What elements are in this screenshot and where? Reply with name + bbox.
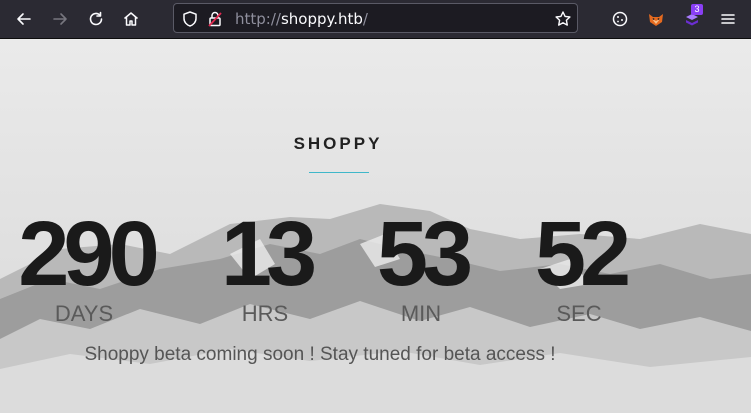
- coming-soon-message: Shoppy beta coming soon ! Stay tuned for…: [84, 344, 556, 365]
- shield-icon[interactable]: [181, 10, 199, 28]
- extension-badge: 3: [691, 4, 703, 15]
- countdown-seconds-value: 52: [534, 203, 631, 305]
- countdown-days-label: DAYS: [54, 301, 114, 326]
- menu-button[interactable]: [714, 5, 742, 33]
- countdown-hours-value: 13: [220, 203, 317, 305]
- reload-button[interactable]: [82, 5, 110, 33]
- arrow-left-icon: [17, 13, 31, 25]
- url-text[interactable]: http://shoppy.htb/: [235, 10, 368, 28]
- bookmark-star-icon[interactable]: [554, 10, 572, 28]
- fox-icon: [649, 14, 663, 26]
- countdown-minutes-value: 53: [376, 203, 473, 305]
- hamburger-menu-icon: [721, 14, 735, 24]
- page-content: SHOPPY 290 DAYS 13 HRS 53 MIN 52 SEC Sho…: [0, 39, 751, 413]
- cookie-icon: [612, 11, 628, 27]
- arrow-right-icon: [53, 13, 67, 25]
- home-button[interactable]: [117, 5, 145, 33]
- reload-icon: [89, 11, 103, 26]
- foxyproxy-extension-button[interactable]: [642, 5, 670, 33]
- forward-button[interactable]: [46, 5, 74, 33]
- address-bar[interactable]: http://shoppy.htb/: [173, 3, 578, 33]
- brand-title: SHOPPY: [293, 134, 383, 153]
- cookie-extension-button[interactable]: [606, 5, 634, 33]
- browser-toolbar: http://shoppy.htb/ 3: [0, 0, 751, 39]
- countdown-seconds-label: SEC: [556, 301, 602, 326]
- insecure-lock-icon[interactable]: [206, 10, 224, 28]
- countdown-days-value: 290: [18, 203, 160, 305]
- countdown-hours-label: HRS: [241, 301, 289, 326]
- brand-divider: [309, 172, 369, 173]
- countdown-minutes-label: MIN: [400, 301, 442, 326]
- home-icon: [124, 12, 138, 26]
- back-button[interactable]: [10, 5, 38, 33]
